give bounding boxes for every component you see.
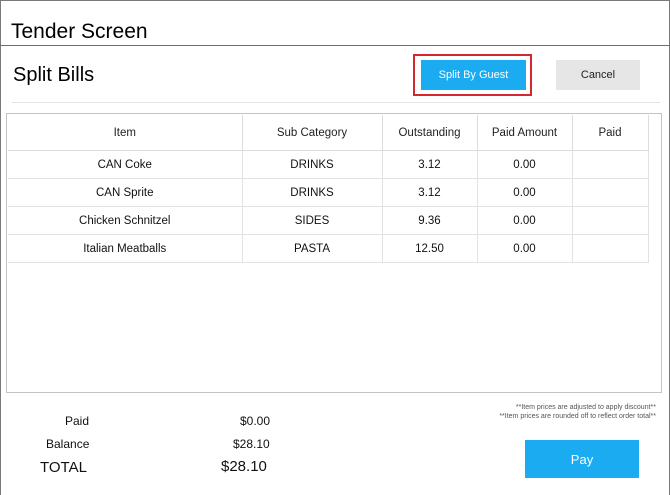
split-by-guest-button[interactable]: Split By Guest <box>421 60 526 90</box>
rounding-note: **Item prices are rounded off to reflect… <box>499 413 656 420</box>
discount-note: **Item prices are adjusted to apply disc… <box>515 404 656 411</box>
column-header-paid-amount[interactable]: Paid Amount <box>477 115 573 151</box>
cell-item: Chicken Schnitzel <box>8 206 243 235</box>
cell-outstanding: 9.36 <box>382 206 478 235</box>
column-header-sub-category[interactable]: Sub Category <box>242 115 383 151</box>
table-row[interactable]: CAN Sprite DRINKS 3.12 0.00 <box>8 178 649 207</box>
cell-paid[interactable] <box>572 150 649 179</box>
column-header-item[interactable]: Item <box>8 115 243 151</box>
cell-sub-category: DRINKS <box>242 178 383 207</box>
cell-item: CAN Sprite <box>8 178 243 207</box>
title-divider <box>0 45 670 46</box>
paid-value: $0.00 <box>240 414 271 428</box>
table-row[interactable]: CAN Coke DRINKS 3.12 0.00 <box>8 150 649 179</box>
cell-paid-amount: 0.00 <box>477 150 573 179</box>
balance-label: Balance <box>46 437 90 451</box>
column-header-paid[interactable]: Paid <box>572 115 649 151</box>
items-table-container[interactable]: Item Sub Category Outstanding Paid Amoun… <box>6 113 662 393</box>
window-frame-left <box>0 0 1 495</box>
cell-outstanding: 3.12 <box>382 150 478 179</box>
cell-paid[interactable] <box>572 234 649 263</box>
balance-value: $28.10 <box>233 437 270 451</box>
paid-label: Paid <box>65 414 90 428</box>
cell-sub-category: PASTA <box>242 234 383 263</box>
cell-item: Italian Meatballs <box>8 234 243 263</box>
cell-paid[interactable] <box>572 206 649 235</box>
cell-paid-amount: 0.00 <box>477 206 573 235</box>
cell-item: CAN Coke <box>8 150 243 179</box>
total-value: $28.10 <box>221 458 267 475</box>
cell-paid-amount: 0.00 <box>477 234 573 263</box>
cell-outstanding: 3.12 <box>382 178 478 207</box>
cell-sub-category: DRINKS <box>242 150 383 179</box>
window-frame-top <box>0 0 670 1</box>
header-divider <box>12 102 660 103</box>
table-row[interactable]: Italian Meatballs PASTA 12.50 0.00 <box>8 234 649 263</box>
page-title: Split Bills <box>13 64 95 86</box>
table-header-row: Item Sub Category Outstanding Paid Amoun… <box>8 115 649 151</box>
cancel-button[interactable]: Cancel <box>556 60 640 90</box>
table-row[interactable]: Chicken Schnitzel SIDES 9.36 0.00 <box>8 206 649 235</box>
cell-outstanding: 12.50 <box>382 234 478 263</box>
window-title: Tender Screen <box>11 20 148 43</box>
total-label: TOTAL <box>40 459 87 476</box>
pay-button[interactable]: Pay <box>525 440 639 478</box>
cell-paid-amount: 0.00 <box>477 178 573 207</box>
column-header-outstanding[interactable]: Outstanding <box>382 115 478 151</box>
items-table: Item Sub Category Outstanding Paid Amoun… <box>8 115 649 263</box>
cell-sub-category: SIDES <box>242 206 383 235</box>
cell-paid[interactable] <box>572 178 649 207</box>
